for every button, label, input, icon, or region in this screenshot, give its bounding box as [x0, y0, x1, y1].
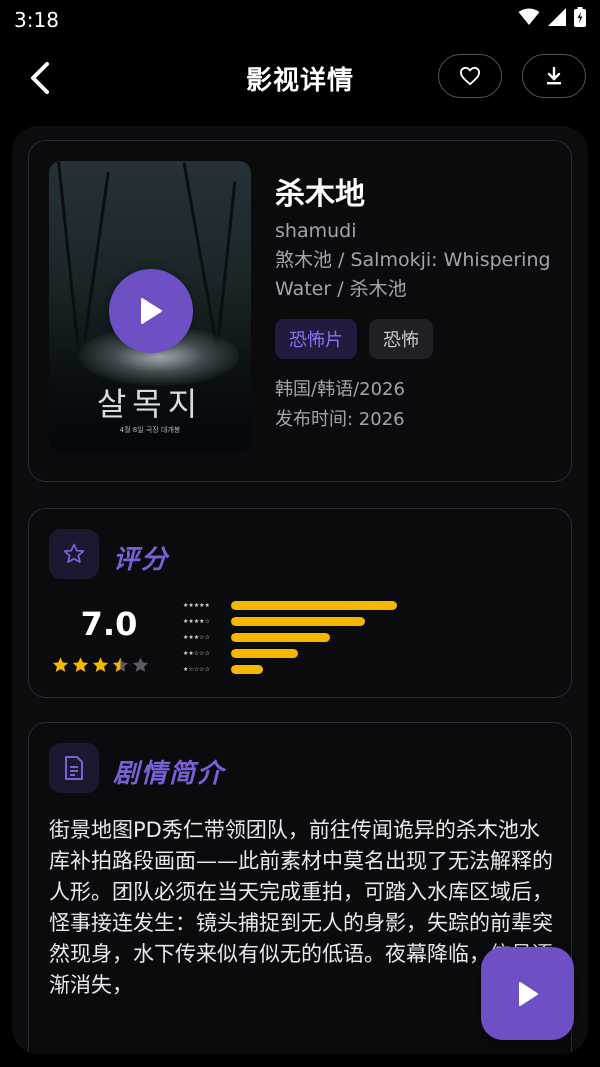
page-title: 影视详情 [245, 66, 354, 96]
poster-tagline: 4월 8일 극장 대개봉 [119, 426, 181, 434]
rating-bar-row: ★☆☆☆☆ [183, 661, 397, 677]
rating-score: 7.0 [80, 605, 138, 643]
rating-bar [231, 664, 263, 674]
status-time: 3:18 [14, 8, 59, 32]
rating-bar-row: ★★★★★ [183, 597, 397, 613]
status-bar: 3:18 [0, 0, 600, 40]
rating-stars [51, 655, 150, 674]
favorite-button[interactable] [438, 54, 502, 98]
download-icon [547, 67, 561, 85]
rating-bar-row: ★★★☆☆ [183, 629, 397, 645]
rating-bar [231, 600, 397, 610]
movie-title: 杀木地 [275, 177, 365, 212]
play-icon [141, 298, 162, 324]
mini-stars-icon: ★★☆☆☆ [183, 649, 210, 657]
play-fab-button[interactable] [481, 947, 574, 1040]
mini-stars-icon: ★★★★☆ [183, 617, 210, 625]
rating-bar-row: ★★☆☆☆ [183, 645, 397, 661]
genre-tag[interactable]: 恐怖 [369, 319, 433, 359]
plot-section-title: 剧情简介 [113, 759, 226, 789]
mini-stars-icon: ★☆☆☆☆ [183, 665, 210, 673]
signal-icon [548, 8, 566, 26]
genre-tags: 恐怖片 恐怖 [275, 319, 433, 359]
wifi-icon [518, 8, 540, 25]
movie-info-card: 살목지 4월 8일 극장 대개봉 杀木地 shamudi 煞木池 / Salmo… [28, 140, 572, 482]
rating-card: 评分 7.0 ★★★★★ ★★★★☆ ★★★☆☆ ★★☆☆☆ ★☆☆☆☆ [28, 508, 572, 698]
rating-bar [231, 632, 330, 642]
star-icon [132, 657, 149, 672]
app-header: 影视详情 [0, 40, 600, 114]
document-icon [49, 743, 99, 793]
heart-icon [459, 66, 480, 86]
play-icon [518, 981, 538, 1006]
rating-distribution: ★★★★★ ★★★★☆ ★★★☆☆ ★★☆☆☆ ★☆☆☆☆ [183, 597, 397, 677]
detail-container: 살목지 4월 8일 극장 대개봉 杀木地 shamudi 煞木池 / Salmo… [12, 126, 588, 1054]
star-icon [72, 657, 89, 672]
star-icon [112, 657, 129, 672]
region-language-year: 韩国/韩语/2026 [275, 379, 405, 400]
download-button[interactable] [522, 54, 586, 98]
plot-text: 街景地图PD秀仁带领团队，前往传闻诡异的杀木池水库补拍路段画面——此前素材中莫名… [49, 818, 553, 997]
star-icon [52, 657, 69, 672]
poster-play-button[interactable] [109, 269, 193, 353]
movie-alias: shamudi 煞木池 / Salmokji: Whispering Water… [275, 220, 551, 300]
star-outline-icon [49, 529, 99, 579]
release-date: 发布时间: 2026 [275, 409, 405, 430]
rating-bar [231, 648, 298, 658]
mini-stars-icon: ★★★★★ [183, 601, 210, 609]
battery-icon [574, 7, 586, 27]
status-icons [518, 7, 586, 27]
star-icon [92, 657, 109, 672]
poster-title: 살목지 [96, 385, 204, 423]
rating-bar-row: ★★★★☆ [183, 613, 397, 629]
mini-stars-icon: ★★★☆☆ [183, 633, 210, 641]
genre-tag[interactable]: 恐怖片 [275, 319, 357, 359]
rating-section-title: 评分 [113, 545, 170, 575]
movie-poster[interactable]: 살목지 4월 8일 극장 대개봉 [49, 161, 251, 453]
rating-bar [231, 616, 365, 626]
